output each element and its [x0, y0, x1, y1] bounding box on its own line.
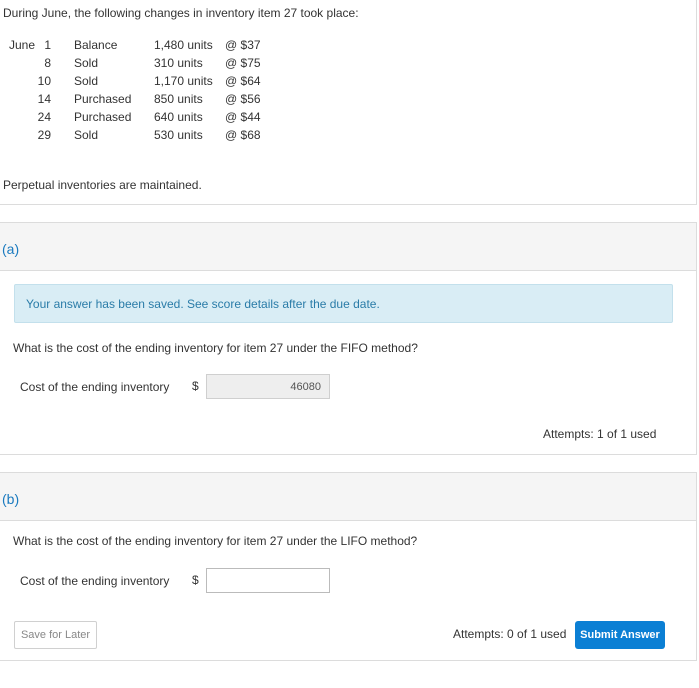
row-day: 24 [37, 110, 51, 124]
row-month: June [9, 38, 36, 52]
row-units: 310 units [154, 56, 203, 70]
part-a-field-label: Cost of the ending inventory [20, 380, 170, 394]
row-day: 8 [44, 56, 51, 70]
row-price: @ $37 [225, 38, 261, 52]
row-units: 1,170 units [154, 74, 213, 88]
row-day: 14 [37, 92, 51, 106]
row-type: Sold [74, 56, 99, 70]
problem-note: Perpetual inventories are maintained. [3, 178, 202, 192]
problem-intro: During June, the following changes in in… [3, 6, 359, 20]
lifo-answer-input[interactable] [206, 568, 330, 593]
part-a-attempts: Attempts: 1 of 1 used [543, 427, 657, 441]
part-b-label: (b) [2, 491, 20, 507]
row-day: 1 [44, 38, 51, 52]
part-b-panel: (b) What is the cost of the ending inven… [0, 472, 697, 661]
row-price: @ $68 [225, 128, 261, 142]
part-a-label: (a) [2, 241, 20, 257]
currency-symbol: $ [192, 379, 199, 393]
currency-symbol: $ [192, 573, 199, 587]
row-price: @ $44 [225, 110, 261, 124]
row-type: Balance [74, 38, 118, 52]
row-day: 29 [37, 128, 51, 142]
save-for-later-button[interactable]: Save for Later [14, 621, 97, 649]
row-units: 1,480 units [154, 38, 213, 52]
row-price: @ $64 [225, 74, 261, 88]
submit-answer-button[interactable]: Submit Answer [575, 621, 665, 649]
part-a-header: (a) [0, 223, 696, 271]
row-type: Purchased [74, 110, 132, 124]
row-type: Sold [74, 74, 99, 88]
row-day: 10 [37, 74, 51, 88]
part-b-header: (b) [0, 473, 696, 521]
part-a-question: What is the cost of the ending inventory… [13, 341, 418, 355]
row-type: Purchased [74, 92, 132, 106]
row-units: 640 units [154, 110, 203, 124]
row-units: 850 units [154, 92, 203, 106]
row-price: @ $75 [225, 56, 261, 70]
divider [0, 204, 697, 205]
part-b-attempts: Attempts: 0 of 1 used [453, 627, 567, 641]
row-price: @ $56 [225, 92, 261, 106]
part-b-question: What is the cost of the ending inventory… [13, 534, 418, 548]
divider [696, 0, 697, 205]
fifo-answer-input[interactable] [206, 374, 330, 399]
part-a-panel: (a) Your answer has been saved. See scor… [0, 222, 697, 455]
row-type: Sold [74, 128, 99, 142]
saved-notice: Your answer has been saved. See score de… [14, 284, 673, 323]
part-b-field-label: Cost of the ending inventory [20, 574, 170, 588]
row-units: 530 units [154, 128, 203, 142]
saved-notice-text: Your answer has been saved. See score de… [26, 297, 380, 311]
